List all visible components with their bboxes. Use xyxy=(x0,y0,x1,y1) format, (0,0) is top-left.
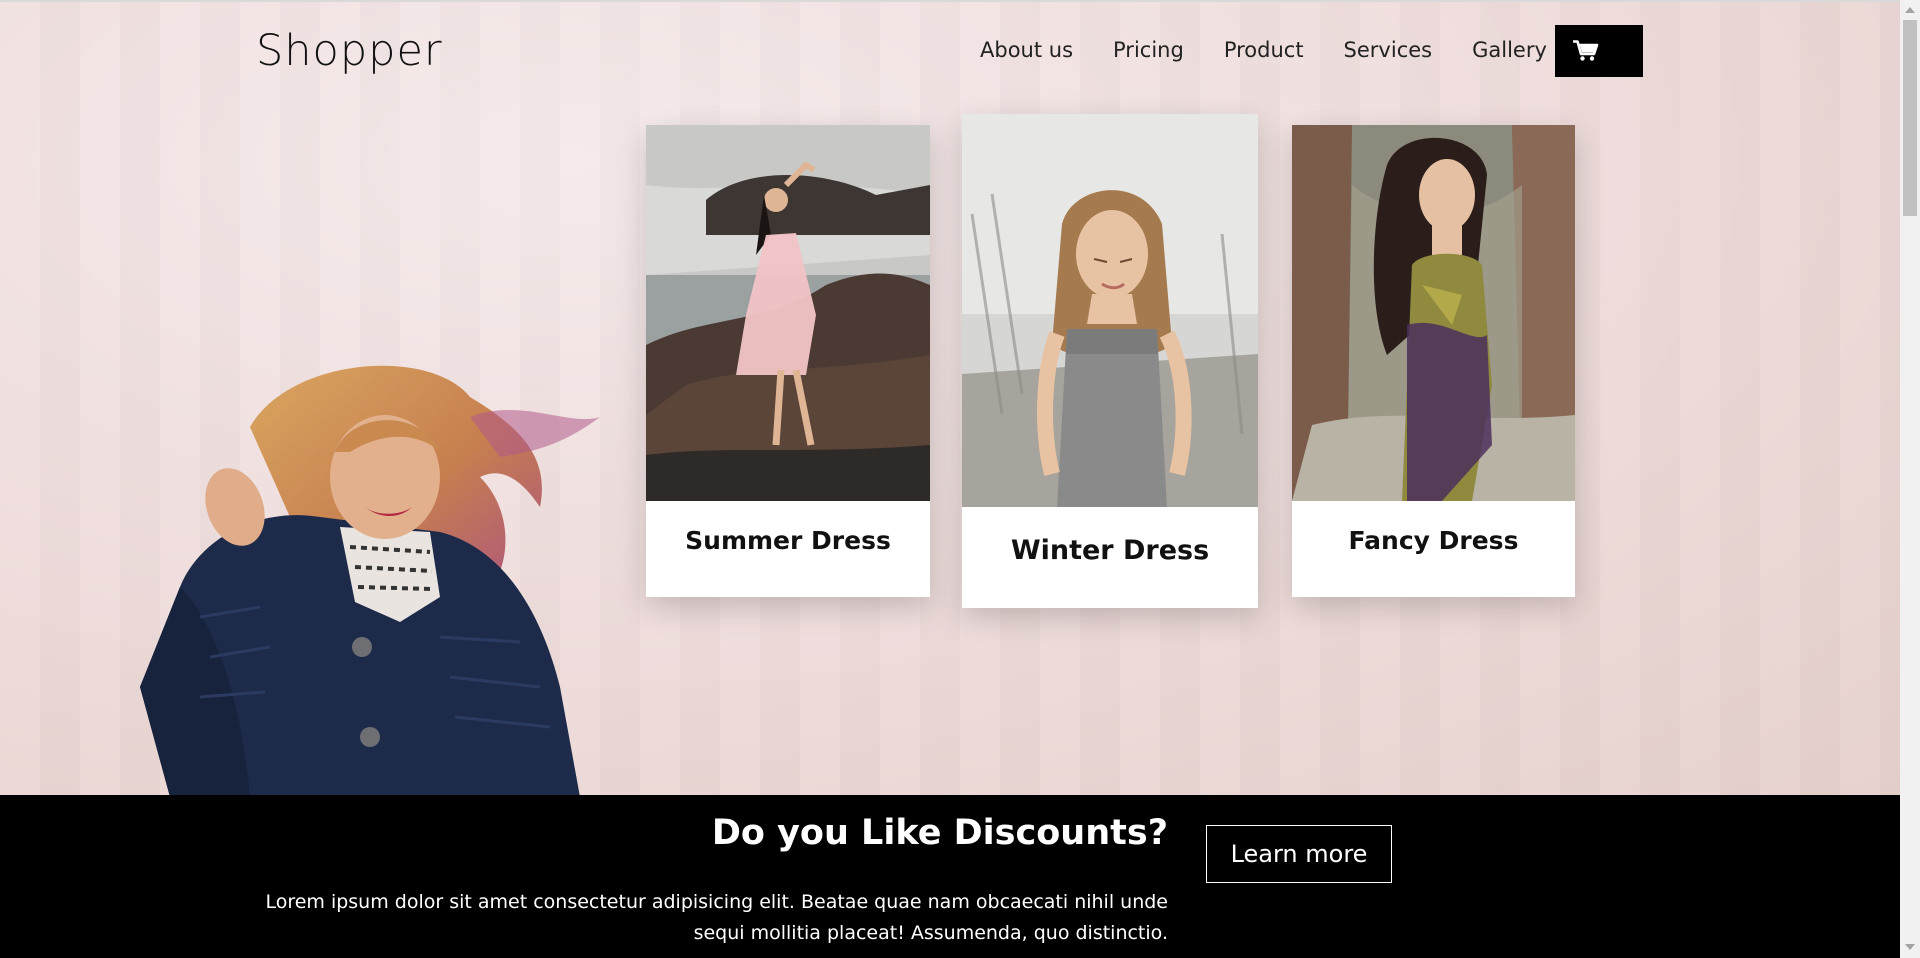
main-nav: About us Pricing Product Services Galler… xyxy=(980,38,1587,62)
product-title: Summer Dress xyxy=(685,526,891,555)
promo-heading: Do you Like Discounts? xyxy=(711,813,1168,853)
learn-more-button[interactable]: Learn more xyxy=(1206,825,1392,883)
product-title: Winter Dress xyxy=(1010,535,1210,566)
hero-woman-image xyxy=(140,365,600,797)
scroll-down-arrow-icon[interactable] xyxy=(1905,944,1915,950)
hero-section: Shopper About us Pricing Product Service… xyxy=(0,0,1900,797)
nav-pricing[interactable]: Pricing xyxy=(1113,38,1184,62)
promo-description: Lorem ipsum dolor sit amet consectetur a… xyxy=(265,891,1168,944)
shopping-cart-icon xyxy=(1573,40,1599,61)
cart-button[interactable] xyxy=(1555,25,1643,77)
vertical-scrollbar[interactable] xyxy=(1900,0,1920,958)
nav-about-us[interactable]: About us xyxy=(980,38,1073,62)
discount-banner: Do you Like Discounts? Lorem ipsum dolor… xyxy=(0,795,1900,958)
site-logo[interactable]: Shopper xyxy=(256,26,443,76)
product-card-summer-dress[interactable]: Summer Dress xyxy=(646,125,930,597)
summer-dress-image xyxy=(646,125,930,501)
page-viewport: Shopper About us Pricing Product Service… xyxy=(0,0,1900,958)
nav-product[interactable]: Product xyxy=(1224,38,1304,62)
winter-dress-image xyxy=(962,114,1258,507)
nav-services[interactable]: Services xyxy=(1344,38,1433,62)
scrollbar-thumb[interactable] xyxy=(1903,20,1917,216)
scroll-up-arrow-icon[interactable] xyxy=(1905,7,1915,13)
product-card-winter-dress[interactable]: Winter Dress xyxy=(962,114,1258,608)
nav-gallery[interactable]: Gallery xyxy=(1472,38,1547,62)
product-card-fancy-dress[interactable]: Fancy Dress xyxy=(1292,125,1575,597)
fancy-dress-image xyxy=(1292,125,1575,501)
product-title: Fancy Dress xyxy=(1348,526,1519,555)
